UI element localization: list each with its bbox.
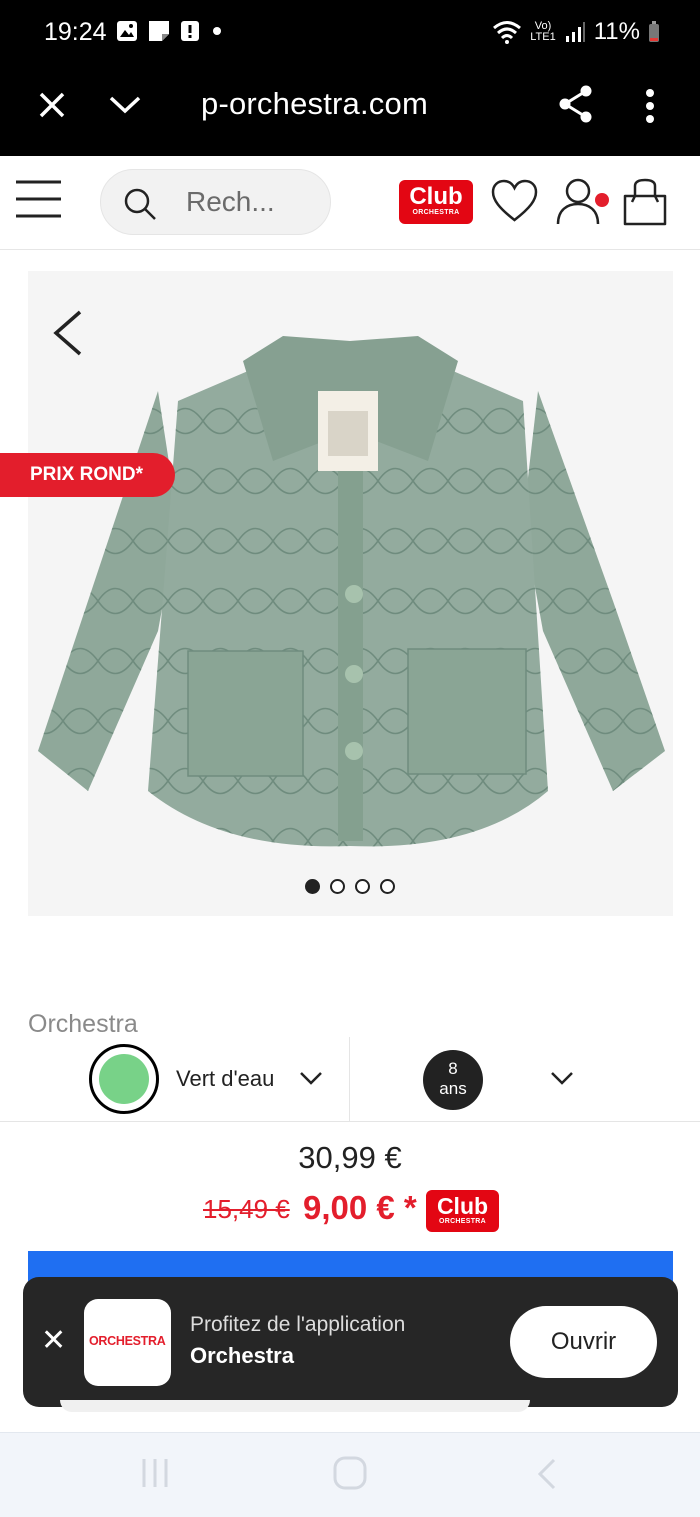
search-icon <box>124 188 156 220</box>
chevron-down-icon[interactable] <box>550 1070 574 1086</box>
recents-icon[interactable] <box>140 1457 170 1489</box>
bag-icon[interactable] <box>621 178 669 228</box>
menu-icon[interactable] <box>16 180 61 218</box>
gallery-pagination <box>305 879 395 894</box>
app-logo: ORCHESTRA <box>84 1299 171 1386</box>
url-field[interactable]: p-orchestra.com <box>201 86 428 122</box>
promo-badge: PRIX ROND* <box>0 453 175 497</box>
network-type: LTE1 <box>530 31 556 43</box>
battery-percent: 11% <box>593 18 640 45</box>
chevron-down-icon[interactable] <box>108 95 142 115</box>
dot-icon <box>213 27 221 35</box>
color-swatch[interactable] <box>89 1044 159 1114</box>
price-new: 9,00 € * <box>303 1189 417 1226</box>
chevron-down-icon[interactable] <box>299 1070 323 1086</box>
browser-toolbar: p-orchestra.com <box>0 66 700 156</box>
more-icon[interactable] <box>644 88 656 124</box>
system-nav-bar <box>0 1432 700 1517</box>
note-icon <box>149 21 169 41</box>
club-label: Club <box>409 183 463 210</box>
site-header: Rech... Club ORCHESTRA <box>0 156 700 250</box>
heart-icon[interactable] <box>491 179 538 223</box>
search-placeholder: Rech... <box>186 186 275 217</box>
club-orchestra-logo[interactable]: Club ORCHESTRA <box>399 180 473 224</box>
close-icon[interactable] <box>38 91 66 119</box>
app-banner-text: Profitez de l'application <box>190 1313 406 1336</box>
club-label: Club <box>436 1193 489 1219</box>
gallery-dot[interactable] <box>355 879 370 894</box>
app-banner-title: Orchestra <box>190 1343 294 1368</box>
status-bar: 19:24 Vo) LTE1 11% <box>0 0 700 66</box>
app-logo-text: ORCHESTRA <box>89 1334 166 1348</box>
product-image-gallery[interactable] <box>28 271 673 916</box>
size-unit: ans <box>439 1079 467 1098</box>
product-options: Vert d'eau 8 ans <box>0 1037 700 1122</box>
price-old: 15,49 € <box>203 1194 290 1224</box>
alert-icon <box>181 21 199 41</box>
close-icon[interactable]: ✕ <box>41 1323 66 1358</box>
search-input[interactable]: Rech... <box>100 169 331 235</box>
price-original: 30,99 € <box>298 1140 402 1175</box>
home-icon[interactable] <box>333 1456 367 1490</box>
account-icon[interactable] <box>556 178 612 226</box>
battery-icon <box>649 21 659 42</box>
color-swatch-fill <box>99 1054 149 1104</box>
size-number: 8 <box>448 1059 458 1078</box>
brand-name: Orchestra <box>28 1010 138 1038</box>
color-name[interactable]: Vert d'eau <box>176 1066 274 1092</box>
product-image <box>38 336 665 847</box>
gallery-dot[interactable] <box>330 879 345 894</box>
club-orchestra-badge: Club ORCHESTRA <box>426 1190 499 1232</box>
size-selector[interactable]: 8 ans <box>423 1050 483 1110</box>
gallery-dot[interactable] <box>305 879 320 894</box>
open-app-button[interactable]: Ouvrir <box>510 1306 657 1378</box>
hidden-bar <box>60 1400 530 1412</box>
share-icon[interactable] <box>557 84 595 124</box>
gallery-dot[interactable] <box>380 879 395 894</box>
image-icon <box>117 21 137 41</box>
club-sub: ORCHESTRA <box>412 209 460 216</box>
signal-icon <box>565 22 585 42</box>
divider <box>349 1037 350 1122</box>
wifi-icon <box>493 21 522 44</box>
network-label: Vo) LTE1 <box>530 20 556 43</box>
app-install-banner: ✕ ORCHESTRA Profitez de l'application Or… <box>23 1277 678 1407</box>
back-icon[interactable] <box>536 1457 558 1491</box>
status-time: 19:24 <box>44 18 107 46</box>
club-sub: ORCHESTRA <box>438 1218 487 1225</box>
